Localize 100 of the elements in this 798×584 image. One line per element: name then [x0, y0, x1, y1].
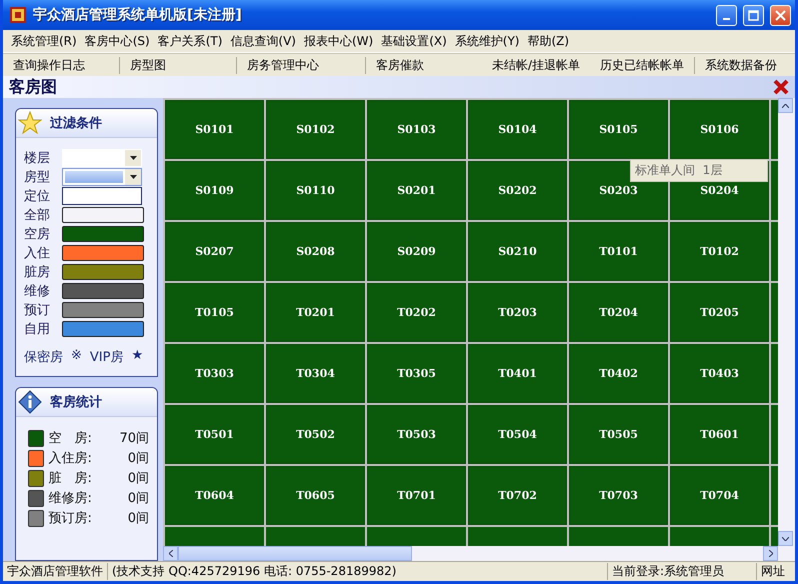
legend-text: ★	[131, 348, 144, 365]
room-tile[interactable]: S0106	[670, 100, 769, 159]
room-tile[interactable]: S0102	[266, 100, 365, 159]
chevron-left-icon	[168, 550, 172, 557]
field-label: 脏房	[24, 264, 51, 280]
room-tile[interactable]: T0205	[670, 283, 769, 342]
field-label: 楼层	[24, 150, 51, 166]
status-swatch[interactable]	[62, 320, 144, 336]
room-tile[interactable]: S0103	[367, 100, 466, 159]
input-field[interactable]	[62, 186, 142, 204]
menu-item[interactable]: 系统管理(R)	[7, 32, 81, 50]
room-tile[interactable]: T0601	[670, 405, 769, 464]
room-tile[interactable]: T0204	[569, 283, 668, 342]
stat-label: 预订房:	[48, 510, 93, 527]
menu-item[interactable]: 帮助(Z)	[524, 32, 574, 50]
toolbar-button[interactable]: 未结帐/挂退帐单	[482, 56, 590, 74]
caret-icon	[130, 174, 136, 178]
room-tile[interactable]: S0210	[468, 222, 567, 281]
room-tile[interactable]: S0209	[367, 222, 466, 281]
room-tile[interactable]: T0605	[266, 466, 365, 525]
room-tile[interactable]: T0704	[670, 466, 769, 525]
room-tile[interactable]: T0502	[266, 405, 365, 464]
legend-text: 保密房	[24, 349, 63, 366]
menu-item[interactable]: 基础设置(X)	[377, 32, 451, 50]
status-swatch[interactable]	[62, 226, 144, 242]
room-tile[interactable]: S0109	[165, 161, 264, 220]
stat-count: 0间	[126, 510, 149, 527]
close-button[interactable]	[770, 4, 791, 26]
scrollbar-thumb[interactable]	[178, 546, 412, 561]
menu-item[interactable]: 信息查询(V)	[226, 32, 300, 50]
room-tile[interactable]: T0403	[670, 344, 769, 403]
room-tile[interactable]: S0207	[165, 222, 264, 281]
room-tile[interactable]: T0105	[165, 283, 264, 342]
scroll-down-button[interactable]	[778, 531, 793, 546]
room-tile[interactable]: S0202	[468, 161, 567, 220]
stat-label: 入住房:	[48, 450, 93, 467]
room-tile[interactable]: T0303	[165, 344, 264, 403]
legend-text: VIP房	[90, 349, 124, 366]
field-label: 自用	[24, 320, 51, 338]
close-icon[interactable]	[773, 79, 789, 95]
status-swatch[interactable]	[62, 264, 144, 280]
toolbar-button[interactable]: 查询操作日志	[3, 56, 120, 74]
toolbar-button[interactable]: 房务管理中心	[237, 56, 366, 74]
scroll-up-button[interactable]	[778, 98, 793, 113]
room-tile[interactable]: T0202	[367, 283, 466, 342]
status-swatch[interactable]	[62, 302, 144, 318]
room-tile[interactable]: S0201	[367, 161, 466, 220]
room-tile[interactable]: S0105	[569, 100, 668, 159]
panel-title: 过滤条件	[50, 115, 102, 132]
room-tile[interactable]: T0102	[670, 222, 769, 281]
room-tile[interactable]: T0501	[165, 405, 264, 464]
status-text: (技术支持 QQ:425729196 电话: 0755-28189982)	[108, 563, 608, 580]
field-label: 房型	[24, 168, 51, 186]
status-text: 网址	[760, 563, 786, 580]
status-text: 宇众酒店管理软件	[3, 563, 108, 580]
toolbar-button[interactable]: 系统数据备份	[695, 56, 788, 74]
room-tile[interactable]: T0401	[468, 344, 567, 403]
status-swatch[interactable]	[62, 206, 144, 222]
page-title: 客房图	[9, 76, 57, 98]
room-tile[interactable]: T0505	[569, 405, 668, 464]
room-tile[interactable]: T0702	[468, 466, 567, 525]
status-swatch[interactable]	[62, 244, 144, 260]
stat-count: 0间	[126, 490, 149, 507]
room-tile[interactable]: T0203	[468, 283, 567, 342]
window-title: 宇众酒店管理系统单机版[未注册]	[33, 6, 243, 24]
room-tile[interactable]: T0703	[569, 466, 668, 525]
scroll-right-button[interactable]	[763, 546, 778, 561]
app-logo-icon	[9, 6, 27, 24]
room-tile[interactable]: T0504	[468, 405, 567, 464]
room-tile[interactable]: T0604	[165, 466, 264, 525]
menu-item[interactable]: 系统维护(Y)	[450, 32, 524, 50]
star-icon	[18, 111, 42, 135]
room-tile[interactable]: S0208	[266, 222, 365, 281]
room-tile[interactable]: T0101	[569, 222, 668, 281]
stat-count: 0间	[126, 470, 149, 487]
minimize-icon	[723, 18, 730, 20]
room-tile[interactable]: S0110	[266, 161, 365, 220]
maximize-button[interactable]	[743, 4, 764, 26]
minimize-button[interactable]	[716, 4, 737, 26]
room-tile[interactable]: T0402	[569, 344, 668, 403]
maximize-icon	[748, 10, 759, 20]
menu-item[interactable]: 客户关系(T)	[154, 32, 226, 50]
menu-item[interactable]: 客房中心(S)	[80, 32, 154, 50]
room-tile[interactable]: T0701	[367, 466, 466, 525]
toolbar-button[interactable]: 历史已结帐帐单	[590, 56, 696, 74]
room-tile[interactable]: S0104	[468, 100, 567, 159]
toolbar-button[interactable]: 房型图	[120, 56, 237, 74]
chevron-up-icon	[782, 104, 789, 108]
close-icon	[775, 10, 786, 20]
field-label: 预订	[24, 302, 51, 318]
menu-item[interactable]: 报表中心(W)	[300, 32, 378, 50]
stat-count: 70间	[118, 430, 149, 447]
room-tile[interactable]: T0305	[367, 344, 466, 403]
status-swatch[interactable]	[62, 282, 144, 298]
room-tile[interactable]: T0201	[266, 283, 365, 342]
toolbar-button[interactable]: 客房催款	[366, 56, 482, 74]
room-tile[interactable]: T0304	[266, 344, 365, 403]
room-tile[interactable]: S0101	[165, 100, 264, 159]
room-tile[interactable]: T0503	[367, 405, 466, 464]
scroll-left-button[interactable]	[163, 546, 178, 561]
